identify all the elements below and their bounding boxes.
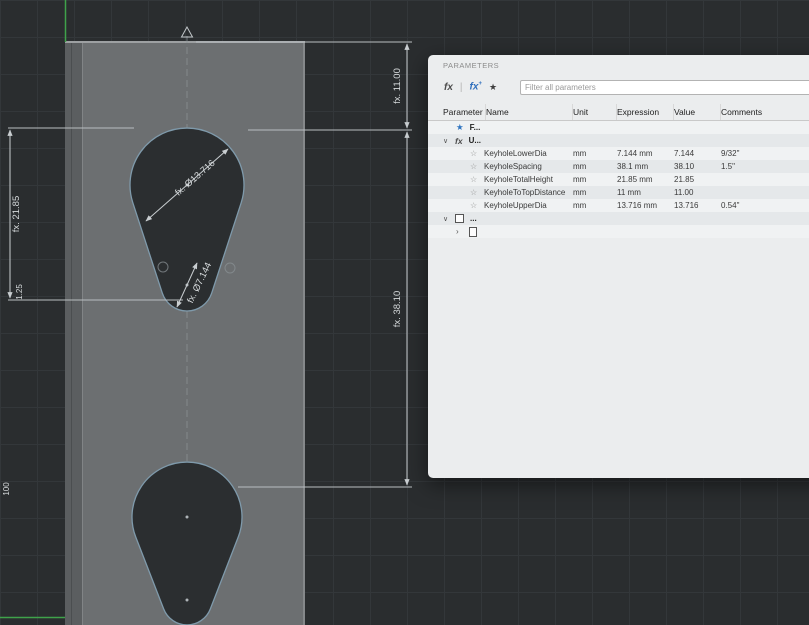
param-unit: mm [573,201,587,210]
param-unit: mm [573,175,587,184]
param-expression[interactable]: 21.85 mm [617,175,674,184]
param-expression[interactable]: 11 mm [617,188,674,197]
table-header: Parameter Name Unit Expression Value Com… [428,104,809,121]
table-row[interactable]: ☆ KeyholeLowerDia mm 7.144 mm 7.144 9/32… [428,147,809,160]
param-unit: mm [573,188,587,197]
table-row[interactable]: ☆ KeyholeSpacing mm 38.1 mm 38.10 1.5" [428,160,809,173]
dim-label-total-height[interactable]: fx. 21.85 [11,196,22,232]
param-name[interactable]: KeyholeLowerDia [484,149,547,158]
favorites-star-icon[interactable]: ★ [456,122,464,133]
param-value: 7.144 [674,149,695,158]
favorites-filter-star-icon[interactable]: ★ [489,82,497,93]
filter-parameters-input[interactable] [520,79,809,95]
user-group-label: U... [468,136,482,145]
param-comment[interactable]: 9/32" [721,149,809,158]
table-row[interactable]: ☆ KeyholeUpperDia mm 13.716 mm 13.716 0.… [428,199,809,212]
param-expression[interactable]: 7.144 mm [617,149,674,158]
col-comments[interactable]: Comments [721,104,809,120]
param-name[interactable]: KeyholeUpperDia [484,201,547,210]
fx-icon: fx [455,135,463,146]
param-value: 38.10 [674,162,695,171]
dim-label-keyhole-spacing[interactable]: fx. 38.10 [392,291,403,327]
favorite-toggle-icon[interactable]: ☆ [470,201,479,210]
dim-label-plate-length[interactable]: 100 [2,482,11,496]
favorite-toggle-icon[interactable]: ☆ [470,175,479,184]
model-group-row[interactable]: ∨ ... [428,212,809,225]
favorite-toggle-icon[interactable]: ☆ [470,188,479,197]
fx-icon[interactable]: fx [444,82,453,93]
param-value: 11.00 [674,188,694,197]
table-row[interactable]: ☆ KeyholeToTopDistance mm 11 mm 11.00 [428,186,809,199]
param-expression[interactable]: 38.1 mm [617,162,674,171]
parameters-toolbar: fx | fx+ ★ [444,78,809,96]
favorites-group-row[interactable]: ★ F... [428,121,809,134]
parameters-table-body: ★ F... ∨ fx U... ☆ KeyholeLowerDia mm 7.… [428,121,809,238]
cone-marker-icon [180,25,194,38]
favorite-toggle-icon[interactable]: ☆ [470,162,479,171]
cad-viewport[interactable]: fx. 11.00 fx. 38.10 fx. 21.85 1.25 100 f… [0,0,809,625]
panel-title: PARAMETERS [443,61,500,70]
param-comment[interactable]: 0.54" [721,201,809,210]
add-parameter-icon[interactable]: fx+ [470,81,482,92]
lower-circle-center-point[interactable] [185,515,189,519]
param-comment[interactable]: 1.5" [721,162,809,171]
document-icon [469,226,477,237]
param-unit: mm [573,149,587,158]
param-value: 21.85 [674,175,695,184]
param-unit: mm [573,162,587,171]
col-value[interactable]: Value [674,104,721,120]
favorites-group-label: F... [469,123,481,132]
param-name[interactable]: KeyholeToTopDistance [484,188,565,197]
user-parameters-group-row[interactable]: ∨ fx U... [428,134,809,147]
col-name[interactable]: Name [486,104,573,120]
param-expression[interactable]: 13.716 mm [617,201,674,210]
lower-slot-center-point[interactable] [185,598,189,602]
dim-label-keyhole-to-top[interactable]: fx. 11.00 [392,68,403,104]
chevron-down-icon[interactable]: ∨ [443,137,452,145]
favorite-toggle-icon[interactable]: ☆ [470,149,479,158]
param-name[interactable]: KeyholeTotalHeight [484,175,553,184]
col-parameter[interactable]: Parameter [443,104,486,120]
chevron-down-icon[interactable]: ∨ [443,215,452,223]
table-row[interactable]: ☆ KeyholeTotalHeight mm 21.85 mm 21.85 [428,173,809,186]
chevron-right-icon[interactable]: › [456,227,464,236]
model-cube-icon [455,214,464,223]
model-child-row[interactable]: › [428,225,809,238]
sketch-point-circle[interactable] [224,262,236,274]
param-name[interactable]: KeyholeSpacing [484,162,542,171]
parameters-panel: PARAMETERS fx | fx+ ★ Parameter Name Uni… [428,55,809,478]
col-expression[interactable]: Expression [617,104,674,120]
toolbar-divider: | [459,81,463,93]
param-value: 13.716 [674,201,699,210]
dim-label-edge[interactable]: 1.25 [15,284,24,300]
col-unit[interactable]: Unit [573,104,617,120]
model-group-label: ... [470,214,477,223]
